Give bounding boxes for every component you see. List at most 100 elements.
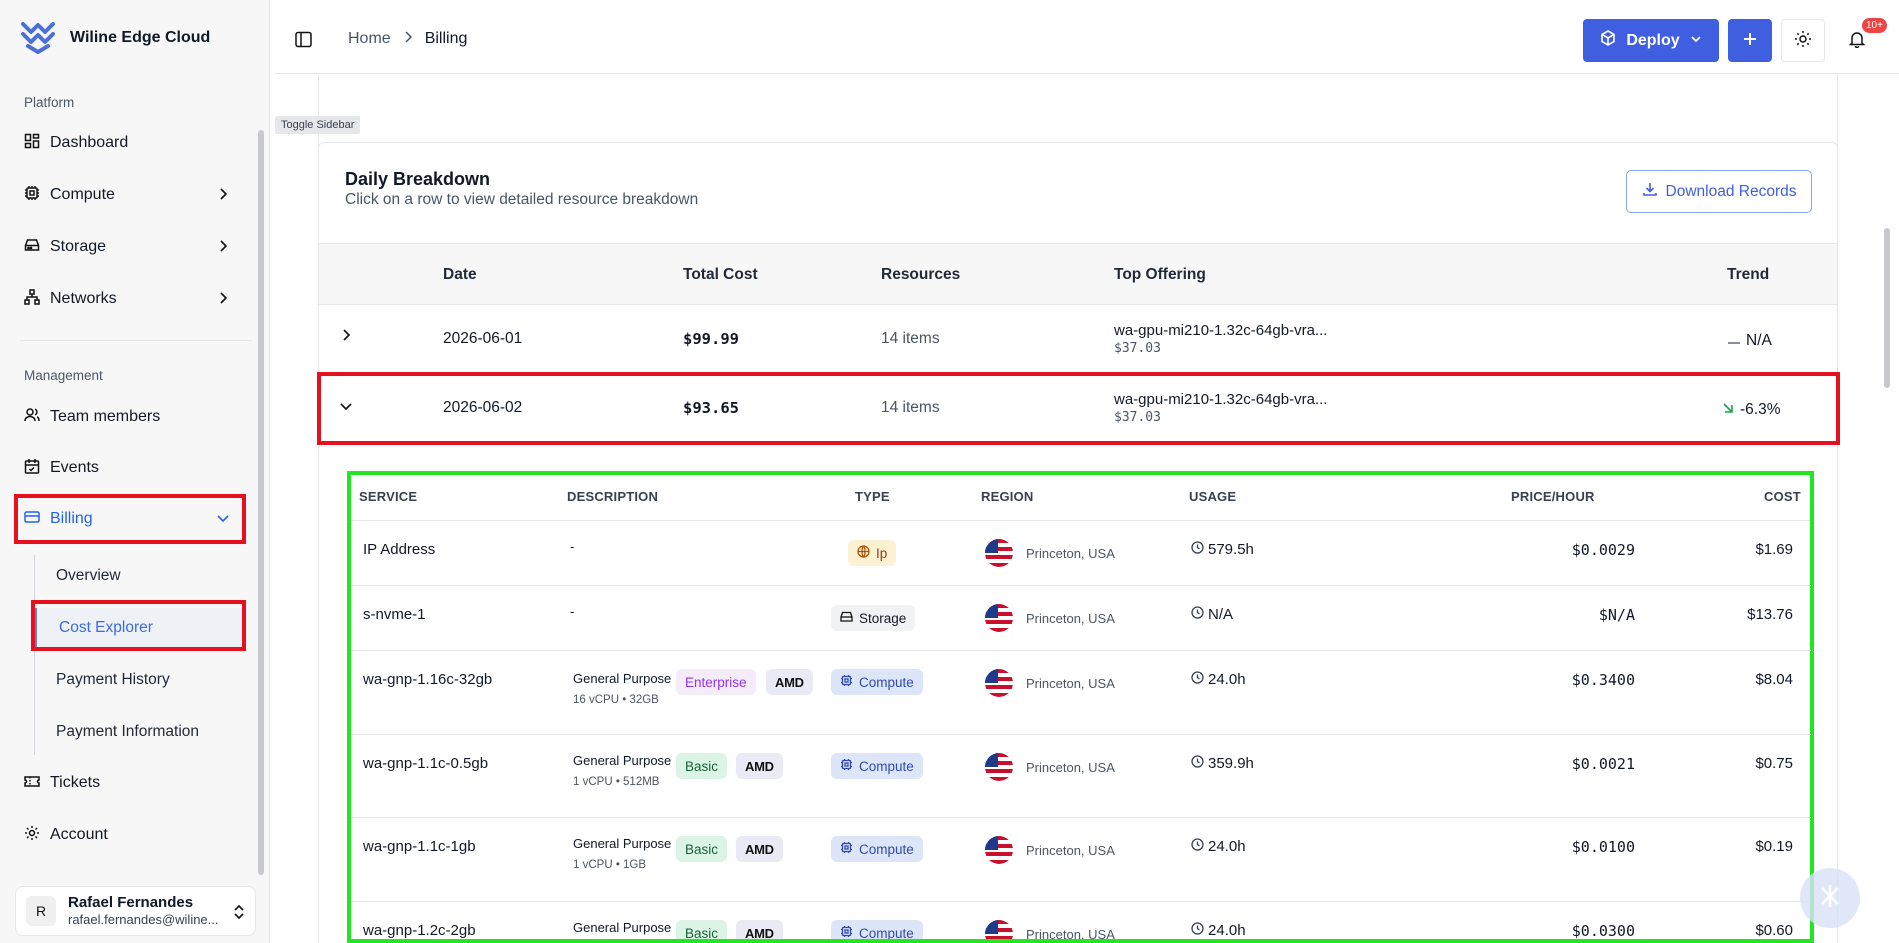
ticket-icon — [24, 773, 40, 794]
usage: 359.9h — [1191, 755, 1254, 772]
section-label-platform: Platform — [24, 95, 75, 110]
region-label: Princeton, USA — [1026, 759, 1115, 775]
sidebar-divider — [20, 340, 252, 341]
description-spec: 1 vCPU • 512MB — [573, 776, 660, 788]
user-menu[interactable]: R Rafael Fernandes rafael.fernandes@wili… — [15, 886, 256, 936]
download-label: Download Records — [1665, 182, 1797, 200]
sidebar-item-label: Compute — [50, 186, 115, 203]
row-total-cost: $99.99 — [683, 330, 739, 348]
sidebar-item-networks[interactable]: Networks — [16, 279, 244, 319]
chevron-right-icon[interactable] — [339, 328, 353, 347]
chevron-down-icon — [1690, 32, 1702, 50]
cpu-icon — [24, 185, 40, 206]
detail-col-price-hour: PRICE/HOUR — [1511, 489, 1595, 504]
region-label: Princeton, USA — [1026, 842, 1115, 858]
toggle-sidebar-button[interactable] — [295, 31, 312, 52]
deploy-button[interactable]: Deploy — [1583, 19, 1719, 62]
type-badge: Storage — [831, 605, 916, 631]
region: Princeton, USA — [985, 604, 1115, 632]
user-email: rafael.fernandes@wiline... — [68, 912, 219, 927]
sidebar-item-tickets[interactable]: Tickets — [16, 763, 244, 803]
detail-row: wa-gnp-1.2c-2gb General Purpose Basic AM… — [351, 902, 1811, 943]
cube-icon — [1600, 30, 1616, 51]
sidebar-item-compute[interactable]: Compute — [16, 175, 244, 215]
row-top-offering: wa-gpu-mi210-1.32c-64gb-vra... $37.03 — [1114, 322, 1327, 356]
description-text: General Purpose — [573, 836, 672, 851]
brand[interactable]: Wiline Edge Cloud — [20, 18, 210, 58]
detail-table-header: SERVICE DESCRIPTION TYPE REGION USAGE PR… — [351, 475, 1810, 521]
page-scrollbar[interactable] — [1884, 228, 1890, 388]
deploy-label: Deploy — [1626, 31, 1680, 49]
sidebar-item-events[interactable]: Events — [16, 448, 244, 488]
calendar-icon — [24, 458, 40, 479]
usage-value: 359.9h — [1208, 755, 1254, 772]
sidebar-subitem-overview[interactable]: Overview — [34, 556, 244, 596]
sidebar-item-storage[interactable]: Storage — [16, 227, 244, 267]
detail-col-cost: COST — [1764, 489, 1801, 504]
theme-toggle-button[interactable] — [1781, 19, 1825, 62]
clock-icon — [1191, 606, 1204, 623]
description-spec: 16 vCPU • 32GB — [573, 694, 659, 706]
description: General Purpose 16 vCPU • 32GB — [573, 671, 671, 706]
detail-row: wa-gnp-1.1c-1gb General Purpose 1 vCPU •… — [351, 818, 1811, 902]
type-badge: Ip — [848, 540, 897, 566]
offering-price: $37.03 — [1114, 341, 1161, 356]
price-hour: $0.3400 — [1571, 671, 1635, 689]
cost: $0.60 — [1755, 922, 1793, 939]
plus-icon — [1742, 31, 1758, 51]
resource-detail-panel-bottom-border — [347, 939, 1814, 943]
usage: 579.5h — [1191, 541, 1254, 558]
clock-icon — [1191, 838, 1204, 855]
clock-icon — [1191, 541, 1204, 558]
chevron-right-icon — [216, 291, 230, 310]
chevron-right-icon — [216, 239, 230, 258]
assistant-icon — [1816, 882, 1844, 914]
row-trend: N/A — [1728, 332, 1772, 350]
bell-icon — [1848, 30, 1866, 52]
sidebar-item-dashboard[interactable]: Dashboard — [16, 123, 244, 163]
detail-row: IP Address - Ip Princeton, USA 579.5h $0… — [351, 521, 1811, 586]
price-hour: $N/A — [1598, 606, 1635, 624]
type-badge: Compute — [831, 836, 923, 862]
service-name: wa-gnp-1.1c-0.5gb — [363, 755, 489, 772]
region: Princeton, USA — [985, 669, 1115, 697]
dash-icon — [1728, 332, 1740, 350]
table-header: Date Total Cost Resources Top Offering T… — [319, 243, 1837, 305]
description: - — [570, 539, 575, 554]
service-name: IP Address — [363, 541, 436, 558]
column-header-top-offering: Top Offering — [1114, 266, 1206, 283]
detail-row: s-nvme-1 - Storage Princeton, USA N/A $N… — [351, 586, 1811, 651]
sidebar-subitem-payment-information[interactable]: Payment Information — [34, 712, 244, 752]
usage-value: 24.0h — [1208, 671, 1246, 688]
amd-badge: AMD — [766, 669, 813, 695]
row-date: 2026-06-01 — [443, 330, 523, 347]
usage-value: 24.0h — [1208, 922, 1246, 939]
sidebar-item-team-members[interactable]: Team members — [16, 397, 244, 437]
sidebar-subitem-payment-history[interactable]: Payment History — [34, 660, 244, 700]
usage: N/A — [1191, 606, 1233, 623]
assistant-fab[interactable] — [1800, 868, 1860, 928]
breadcrumb-home[interactable]: Home — [348, 30, 391, 48]
type-badge: Compute — [831, 669, 923, 695]
card-subtitle: Click on a row to view detailed resource… — [345, 191, 699, 208]
offering-name: wa-gpu-mi210-1.32c-64gb-vra... — [1114, 322, 1328, 339]
table-row[interactable]: 2026-06-01 $99.99 14 items wa-gpu-mi210-… — [319, 306, 1837, 374]
sidebar-item-account[interactable]: Account — [16, 815, 244, 855]
cost: $0.75 — [1755, 755, 1793, 772]
amd-badge: AMD — [736, 753, 783, 779]
price-hour: $0.0029 — [1571, 541, 1635, 559]
description: General Purpose 1 vCPU • 1GB — [573, 836, 671, 871]
type-badge: Compute — [831, 753, 923, 779]
sun-icon — [1794, 30, 1812, 52]
dashboard-icon — [24, 133, 40, 154]
download-records-button[interactable]: Download Records — [1626, 170, 1812, 213]
highlight-billing — [14, 494, 246, 544]
sidebar-scrollbar[interactable] — [258, 130, 264, 875]
cost: $13.76 — [1747, 606, 1793, 623]
region: Princeton, USA — [985, 753, 1115, 781]
type-label: Storage — [859, 610, 907, 626]
service-name: wa-gnp-1.1c-1gb — [363, 838, 476, 855]
app-name: Wiline Edge Cloud — [70, 29, 211, 46]
add-button[interactable] — [1728, 19, 1772, 62]
price-hour: $0.0100 — [1571, 838, 1635, 856]
